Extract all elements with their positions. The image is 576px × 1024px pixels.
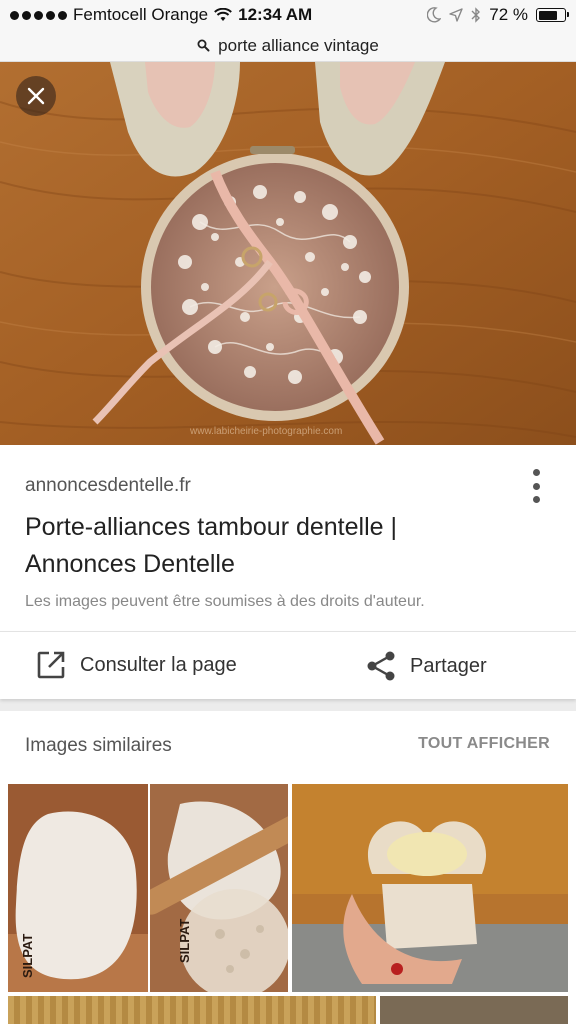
result-title[interactable]: Porte-alliances tambour dentelle | Annon…	[25, 509, 495, 583]
share-icon	[367, 651, 395, 681]
moon-icon	[427, 7, 442, 23]
similar-images-section: Images similaires TOUT AFFICHER SILPAT S…	[0, 711, 576, 1024]
similar-image-thumbnail[interactable]	[292, 784, 568, 992]
battery-percent: 72 %	[489, 5, 528, 24]
image-preview: www.labicheirie-photographie.com	[0, 62, 576, 445]
similar-image-thumbnail[interactable]	[8, 996, 376, 1024]
search-query[interactable]: porte alliance vintage	[218, 36, 379, 56]
ring-pillow-photo: www.labicheirie-photographie.com	[0, 62, 576, 445]
result-actions: Consulter la page Partager	[0, 631, 576, 699]
share-button[interactable]: Partager	[366, 650, 487, 682]
search-bar[interactable]: porte alliance vintage	[0, 30, 576, 62]
copyright-notice: Les images peuvent être soumises à des d…	[25, 593, 425, 610]
result-info-card: annoncesdentelle.fr Porte-alliances tamb…	[0, 445, 576, 631]
share-label: Partager	[410, 654, 487, 677]
location-arrow-icon	[449, 8, 463, 22]
carrier-name: Femtocell Orange	[73, 5, 209, 24]
show-all-button[interactable]: TOUT AFFICHER	[418, 735, 550, 753]
signal-strength-icon	[10, 10, 67, 20]
more-vert-icon	[532, 469, 540, 476]
similar-image-thumbnail[interactable]: SILPAT	[150, 784, 288, 992]
search-icon	[197, 39, 210, 52]
clock: 12:34 AM	[238, 5, 313, 24]
wifi-icon	[214, 8, 233, 21]
similar-images-heading: Images similaires	[25, 735, 172, 756]
battery-icon	[536, 8, 569, 22]
thumb-label: SILPAT	[177, 919, 192, 963]
photo-watermark: www.labicheirie-photographie.com	[189, 426, 342, 437]
more-options-button[interactable]	[526, 469, 546, 503]
close-icon	[27, 87, 45, 105]
bluetooth-icon	[471, 7, 481, 23]
visit-page-button[interactable]: Consulter la page	[36, 650, 237, 680]
similar-image-thumbnail[interactable]: SILPAT	[8, 784, 148, 992]
close-button[interactable]	[16, 76, 56, 116]
visit-page-label: Consulter la page	[80, 653, 237, 676]
open-external-icon	[37, 651, 65, 679]
thumb-label: SILPAT	[20, 934, 35, 978]
result-domain[interactable]: annoncesdentelle.fr	[25, 475, 551, 497]
similar-image-thumbnail[interactable]	[380, 996, 568, 1024]
status-bar: Femtocell Orange 12:34 AM 72 %	[0, 0, 576, 30]
